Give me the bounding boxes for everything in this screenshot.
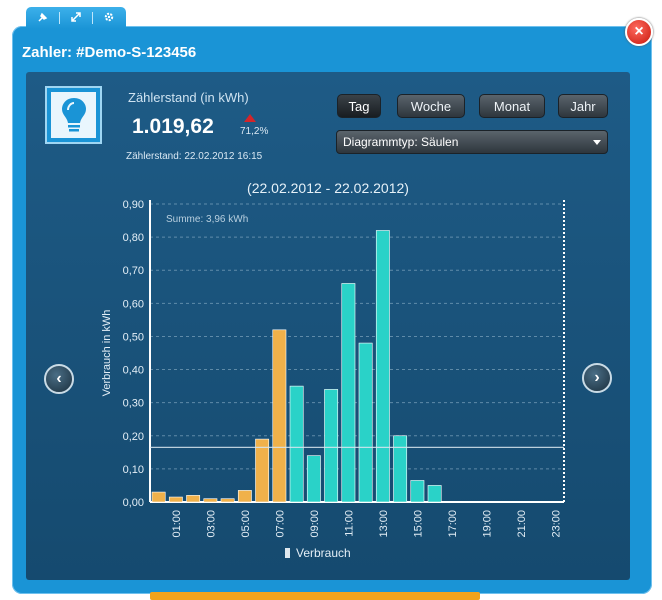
x-tick-label: 07:00 bbox=[274, 510, 286, 538]
bar-02 bbox=[186, 495, 201, 503]
x-tick-label: 01:00 bbox=[171, 510, 183, 538]
bar-15 bbox=[410, 480, 425, 503]
bar-09 bbox=[306, 455, 321, 503]
toolbar-separator bbox=[59, 12, 60, 24]
settings-icon[interactable] bbox=[103, 11, 115, 26]
y-tick-label: 0,20 bbox=[123, 431, 144, 443]
sum-label: Summe: 3,96 kWh bbox=[166, 214, 248, 225]
window-toolbar bbox=[26, 7, 126, 29]
bar-07 bbox=[272, 329, 287, 503]
y-tick-label: 0,70 bbox=[123, 265, 144, 277]
bar-14 bbox=[393, 435, 408, 503]
x-tick-label: 11:00 bbox=[343, 510, 355, 537]
bar-10 bbox=[324, 389, 339, 503]
y-tick-label: 0,30 bbox=[123, 398, 144, 410]
x-tick-label: 19:00 bbox=[481, 510, 493, 538]
chevron-right-icon: › bbox=[594, 369, 600, 386]
prev-period-button[interactable]: ‹ bbox=[44, 364, 74, 394]
bar-01 bbox=[168, 496, 183, 503]
bar-00 bbox=[151, 491, 166, 503]
x-tick-label: 17:00 bbox=[447, 510, 459, 538]
bar-11 bbox=[341, 283, 356, 503]
window-title: Zahler: #Demo-S-123456 bbox=[22, 44, 197, 61]
x-tick-label: 13:00 bbox=[378, 510, 390, 538]
bar-04 bbox=[220, 498, 235, 503]
bar-08 bbox=[289, 385, 304, 503]
consumption-chart: 0,00 0,10 0,20 0,30 0,40 0,50 0,60 0,70 0,80 0,90… bbox=[101, 199, 565, 560]
x-tick-label: 03:00 bbox=[205, 510, 217, 538]
y-tick-label: 0,40 bbox=[123, 365, 144, 377]
bar-05 bbox=[237, 490, 252, 503]
chevron-left-icon: ‹ bbox=[56, 370, 62, 387]
y-tick-label: 0,80 bbox=[123, 232, 144, 244]
y-tick-label: 0,90 bbox=[123, 199, 144, 211]
bar-13 bbox=[375, 230, 390, 503]
y-tick-label: 0,10 bbox=[123, 464, 144, 476]
bar-06 bbox=[255, 438, 270, 503]
pin-icon[interactable] bbox=[37, 11, 49, 26]
close-button[interactable]: × bbox=[625, 18, 653, 46]
legend-swatch bbox=[285, 548, 290, 558]
legend-label: Verbrauch bbox=[296, 546, 351, 560]
x-tick-label: 15:00 bbox=[412, 510, 424, 538]
background-strip bbox=[150, 592, 480, 600]
resize-icon[interactable] bbox=[70, 11, 82, 26]
y-axis-label: Verbrauch in kWh bbox=[101, 310, 113, 397]
next-period-button[interactable]: › bbox=[582, 363, 612, 393]
y-tick-label: 0,60 bbox=[123, 298, 144, 310]
toolbar-separator bbox=[92, 12, 93, 24]
x-tick-label: 21:00 bbox=[516, 510, 528, 538]
x-tick-label: 23:00 bbox=[550, 510, 562, 538]
close-icon: × bbox=[634, 23, 644, 40]
y-tick-label: 0,00 bbox=[123, 497, 144, 509]
bar-12 bbox=[358, 342, 373, 503]
x-tick-label: 05:00 bbox=[240, 510, 252, 538]
x-tick-label: 09:00 bbox=[309, 510, 321, 538]
bar-16 bbox=[427, 485, 442, 503]
y-tick-label: 0,50 bbox=[123, 331, 144, 343]
meter-panel: Zählerstand (in kWh) 1.019,62 71,2% Zähl… bbox=[26, 72, 630, 580]
bar-03 bbox=[203, 498, 218, 503]
